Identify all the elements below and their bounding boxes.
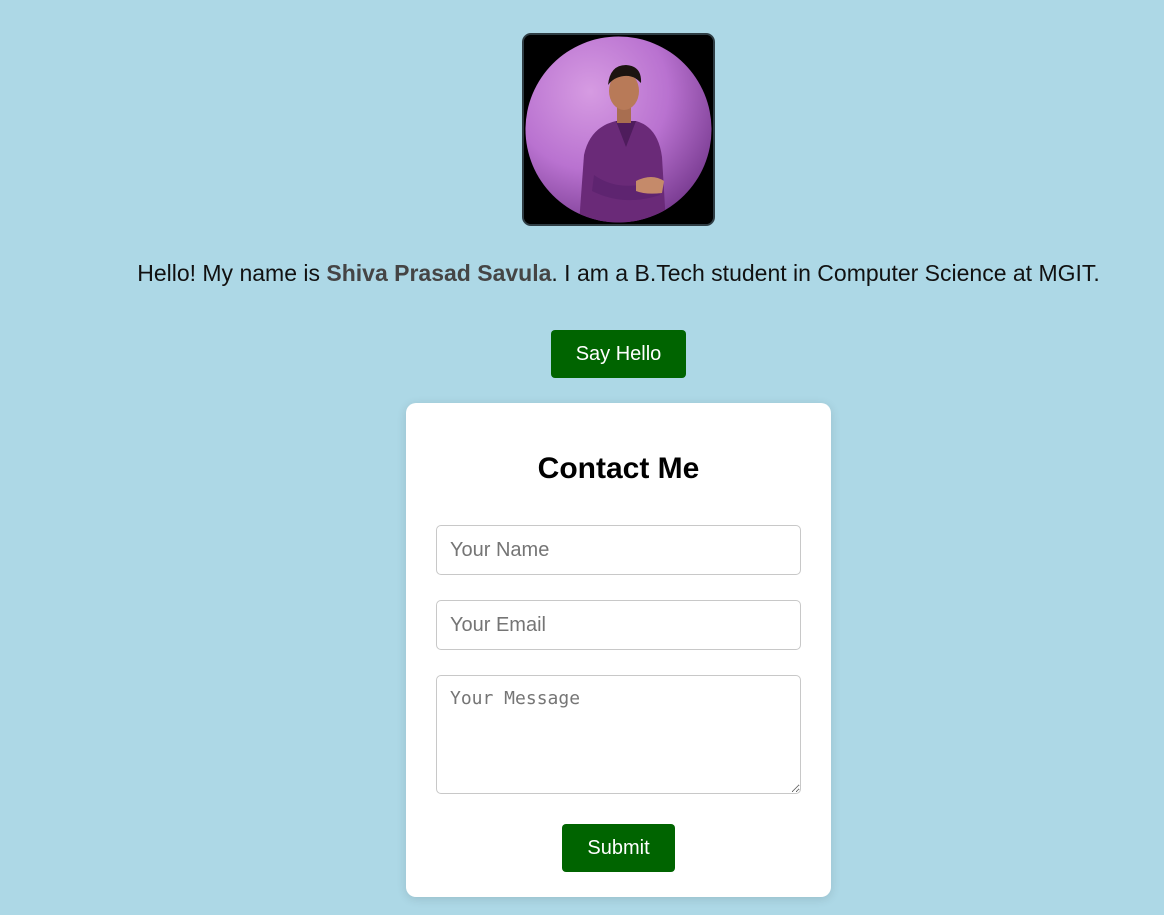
profile-photo: [524, 35, 713, 224]
intro-prefix: Hello! My name is: [137, 260, 327, 286]
profile-photo-frame: [522, 33, 715, 226]
intro-suffix: . I am a B.Tech student in Computer Scie…: [551, 260, 1100, 286]
student-name: Shiva Prasad Savula: [326, 260, 552, 286]
contact-card: Contact Me Submit: [406, 403, 831, 897]
submit-button[interactable]: Submit: [562, 824, 675, 872]
message-textarea[interactable]: [436, 675, 801, 794]
name-input[interactable]: [436, 525, 801, 575]
intro-text: Hello! My name is Shiva Prasad Savula. I…: [0, 260, 1164, 287]
say-hello-button[interactable]: Say Hello: [551, 330, 686, 378]
contact-title: Contact Me: [537, 452, 700, 485]
email-input[interactable]: [436, 600, 801, 650]
